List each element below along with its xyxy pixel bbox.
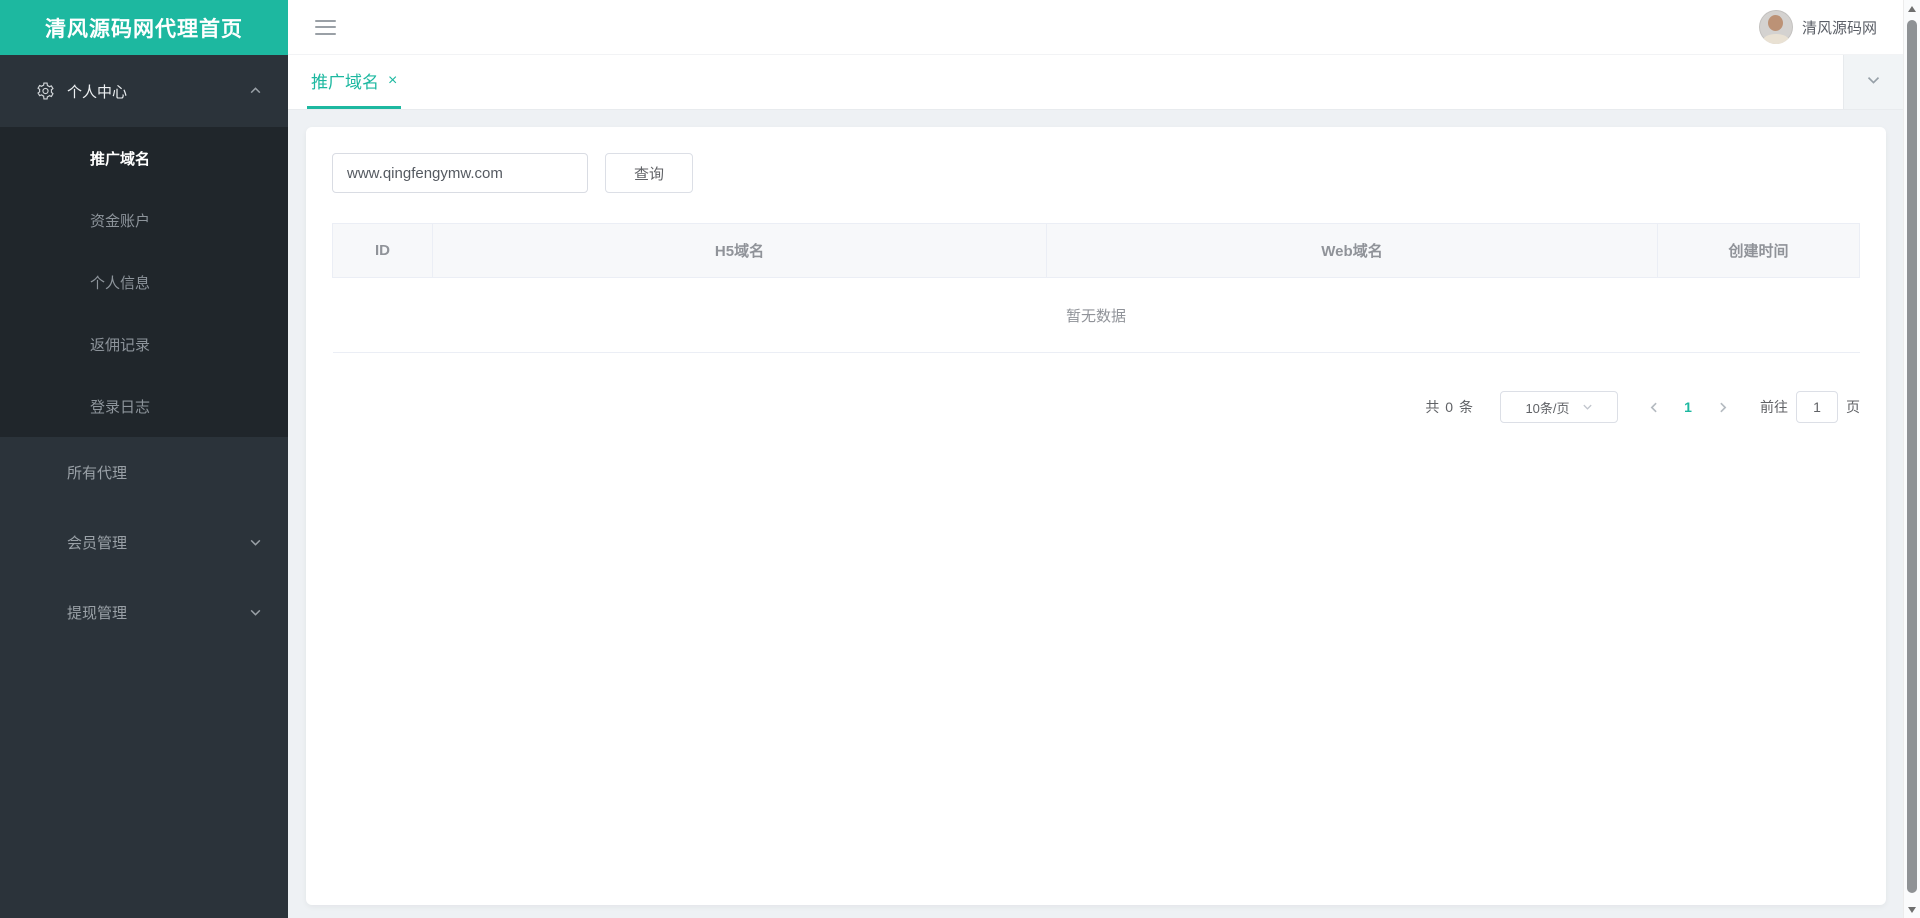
user-name: 清风源码网 [1801,19,1877,37]
tab-label: 推广域名 [311,73,379,92]
scrollbar-thumb[interactable] [1907,20,1917,893]
main-area: 清风源码网 推广域名 × 查询 [288,0,1903,918]
column-header-id: ID [332,223,433,278]
page-number-current[interactable]: 1 [1672,399,1704,415]
app-logo-title: 清风源码网代理首页 [0,0,288,55]
page-size-value: 10条/页 [1525,400,1570,416]
sidebar-item-label: 资金账户 [90,212,151,230]
sidebar-item-label: 返佣记录 [90,336,151,354]
app-window: 清风源码网代理首页 个人中心 推广域名 资金账户 个人信息 返佣记录 登录日志 … [0,0,1920,918]
gear-icon [36,82,55,101]
sidebar-item-label: 提现管理 [67,604,128,622]
hamburger-menu-icon[interactable] [315,19,336,35]
close-icon[interactable]: × [388,72,397,89]
sidebar-item-member-management[interactable]: 会员管理 [0,507,288,577]
page-unit-label: 页 [1846,399,1860,415]
empty-row: 暂无数据 [332,277,1860,353]
sidebar-item-label: 登录日志 [90,398,151,416]
sidebar-item-label: 所有代理 [67,464,128,482]
domains-table: ID H5域名 Web域名 创建时间 暂无数据 [332,223,1860,353]
domain-search-input[interactable] [332,153,588,193]
chevron-left-icon[interactable] [1636,401,1672,414]
window-scrollbar[interactable] [1903,0,1920,918]
query-button[interactable]: 查询 [605,153,693,193]
chevron-down-icon [1582,400,1593,415]
sidebar-item-promo-domain[interactable]: 推广域名 [0,127,288,189]
tab-promo-domain[interactable]: 推广域名 × [307,55,402,109]
goto-label: 前往 [1760,399,1788,415]
empty-data-text: 暂无数据 [332,277,1860,353]
sidebar-item-rebate-records[interactable]: 返佣记录 [0,313,288,375]
column-header-web-domain: Web域名 [1046,223,1658,278]
chevron-down-icon [1866,72,1881,92]
column-header-h5-domain: H5域名 [432,223,1047,278]
chevron-down-icon [249,606,262,619]
chevron-down-icon [249,536,262,549]
user-menu[interactable]: 清风源码网 [1758,10,1877,44]
search-row: 查询 [332,153,1860,193]
scrollbar-up-arrow[interactable] [1904,0,1920,17]
sidebar-item-label: 推广域名 [90,150,151,168]
sidebar-nav: 个人中心 推广域名 资金账户 个人信息 返佣记录 登录日志 所有代理 会员管理 … [0,55,288,647]
sidebar-item-personal-center[interactable]: 个人中心 [0,55,288,127]
sidebar-item-label: 个人信息 [90,274,151,292]
sidebar-item-personal-info[interactable]: 个人信息 [0,251,288,313]
pagination: 共 0 条 10条/页 1 前往 1 页 [332,391,1860,423]
chevron-up-icon [249,85,262,98]
sidebar-item-label: 会员管理 [67,534,128,552]
chevron-right-icon[interactable] [1704,401,1740,414]
content-card: 查询 ID H5域名 Web域名 创建时间 暂无数据 [306,127,1886,905]
tab-bar: 推广域名 × [288,55,1903,110]
page-size-select[interactable]: 10条/页 [1500,391,1618,423]
pagination-total: 共 0 条 [1425,399,1474,415]
table-header-row: ID H5域名 Web域名 创建时间 [332,223,1860,278]
sidebar-item-label: 个人中心 [67,83,128,101]
column-header-created-time: 创建时间 [1657,223,1860,278]
scrollbar-down-arrow[interactable] [1904,901,1920,918]
sidebar-item-login-logs[interactable]: 登录日志 [0,375,288,437]
tab-list-dropdown-button[interactable] [1843,55,1903,109]
sidebar-item-all-agents[interactable]: 所有代理 [0,437,288,507]
personal-center-submenu: 推广域名 资金账户 个人信息 返佣记录 登录日志 [0,127,288,437]
goto-page-group: 前往 页 [1760,391,1860,423]
sidebar-item-funds-account[interactable]: 资金账户 [0,189,288,251]
sidebar: 清风源码网代理首页 个人中心 推广域名 资金账户 个人信息 返佣记录 登录日志 … [0,0,288,918]
avatar [1758,10,1793,44]
sidebar-item-withdrawal-management[interactable]: 提现管理 [0,577,288,647]
content-area: 查询 ID H5域名 Web域名 创建时间 暂无数据 [288,110,1903,918]
top-header: 清风源码网 [288,0,1903,55]
goto-page-input[interactable] [1796,391,1838,423]
